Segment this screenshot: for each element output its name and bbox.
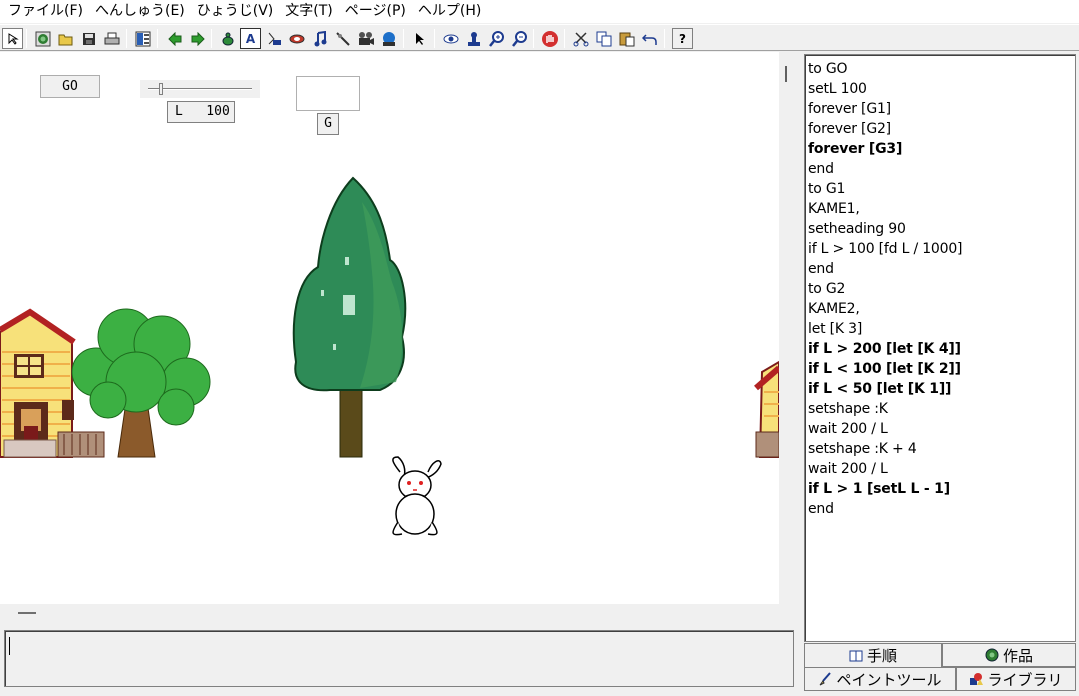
code-line: setheading 90 (808, 221, 906, 237)
menu-file[interactable]: ファイル(F) (2, 0, 89, 23)
select-pointer-icon[interactable] (409, 28, 430, 49)
code-line: if L < 100 [let [K 2]] (808, 361, 961, 377)
tab-library-label: ライブラリ (987, 670, 1063, 689)
arrow-left-icon[interactable] (164, 28, 185, 49)
code-line: wait 200 / L (808, 461, 888, 477)
zoom-in-icon[interactable] (486, 28, 507, 49)
eye-icon[interactable] (440, 28, 461, 49)
message-panel[interactable] (4, 630, 794, 687)
canvas-scroll-indicator (785, 66, 787, 82)
code-line: let [K 3] (808, 321, 863, 337)
code-line: setshape :K (808, 401, 888, 417)
menu-view[interactable]: ひょうじ(V) (191, 0, 280, 23)
code-line: end (808, 501, 834, 517)
menu-help[interactable]: ヘルプ(H) (412, 0, 487, 23)
code-line: KAME1, (808, 201, 860, 217)
slider-tool-icon[interactable] (332, 28, 353, 49)
stop-hand-icon[interactable] (539, 28, 560, 49)
rabbit (392, 456, 442, 536)
globe-icon (985, 648, 999, 662)
shapes-icon (969, 672, 984, 686)
shape-tool-icon[interactable] (286, 28, 307, 49)
menu-bar: ファイル(F) へんしゅう(E) ひょうじ(V) 文字(T) ページ(P) ヘル… (0, 0, 1079, 23)
stage-canvas[interactable]: GO L 100 G (0, 52, 779, 604)
code-line: to G2 (808, 281, 846, 297)
zoom-out-icon[interactable] (509, 28, 530, 49)
code-line: to GO (808, 61, 848, 77)
code-line: forever [G1] (808, 101, 891, 117)
menu-text[interactable]: 文字(T) (279, 0, 338, 23)
tab-procedures-label: 手順 (866, 647, 897, 665)
code-line: if L > 100 [fd L / 1000] (808, 241, 963, 257)
web-icon[interactable] (378, 28, 399, 49)
code-line: if L > 200 [let [K 4]] (808, 341, 961, 357)
scene-graphics (0, 176, 779, 536)
button-tool-icon[interactable] (263, 28, 284, 49)
house-right (754, 360, 779, 458)
menu-page[interactable]: ページ(P) (339, 0, 412, 23)
undo-icon[interactable] (639, 28, 660, 49)
pointer-small-icon[interactable] (2, 28, 23, 49)
book-icon (849, 649, 863, 663)
page-view-icon[interactable] (132, 28, 153, 49)
paste-icon[interactable] (616, 28, 637, 49)
code-line: if L < 50 [let [K 1]] (808, 381, 952, 397)
tab-paint-tool-label: ペイントツール (836, 670, 942, 689)
code-line: setL 100 (808, 81, 867, 97)
cut-icon[interactable] (570, 28, 591, 49)
code-line: end (808, 261, 834, 277)
arrow-right-icon[interactable] (187, 28, 208, 49)
tab-procedures[interactable]: 手順 (804, 643, 942, 667)
scroll-thumb[interactable] (18, 612, 36, 614)
save-icon[interactable] (78, 28, 99, 49)
print-icon[interactable] (101, 28, 122, 49)
code-line: end (808, 161, 834, 177)
code-line: wait 200 / L (808, 421, 888, 437)
tab-works-label: 作品 (1002, 646, 1033, 665)
music-icon[interactable] (309, 28, 330, 49)
turtle-icon[interactable] (217, 28, 238, 49)
video-icon[interactable] (355, 28, 376, 49)
horizontal-scrollbar[interactable] (0, 604, 779, 624)
code-line: KAME2, (808, 301, 860, 317)
open-folder-icon[interactable] (55, 28, 76, 49)
text-tool-icon[interactable]: A (240, 28, 261, 49)
globe-icon[interactable] (32, 28, 53, 49)
stamp-icon[interactable] (463, 28, 484, 49)
procedure-editor[interactable]: to GO setL 100 forever [G1] forever [G2] for… (804, 54, 1076, 642)
code-line: forever [G3] (808, 141, 903, 157)
brush-icon (818, 672, 832, 686)
cypress-tree (292, 176, 407, 458)
text-caret (9, 637, 10, 655)
code-line: if L > 1 [setL L - 1] (808, 481, 950, 497)
copy-icon[interactable] (593, 28, 614, 49)
toolbar: A ? (0, 24, 1079, 51)
code-line: setshape :K + 4 (808, 441, 917, 457)
tab-library[interactable]: ライブラリ (956, 667, 1076, 691)
tab-paint-tool[interactable]: ペイントツール (804, 667, 956, 691)
tab-works[interactable]: 作品 (942, 643, 1076, 667)
code-line: forever [G2] (808, 121, 891, 137)
menu-edit[interactable]: へんしゅう(E) (89, 0, 191, 23)
help-icon[interactable]: ? (672, 28, 693, 49)
code-line: to G1 (808, 181, 846, 197)
